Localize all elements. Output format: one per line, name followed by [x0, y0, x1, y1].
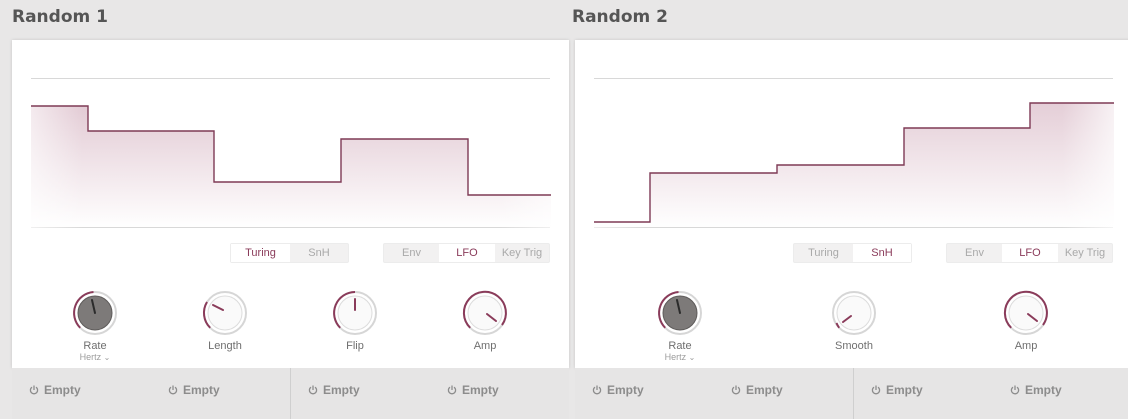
- rate-knob[interactable]: Rate Hertz ⌄: [645, 290, 715, 362]
- slot-label: Empty: [607, 383, 644, 397]
- trigger-tabs: Env LFO Key Trig: [946, 243, 1113, 263]
- random-2-waveform: [594, 90, 1114, 228]
- length-knob[interactable]: Length: [190, 290, 260, 352]
- mod-slot[interactable]: Empty: [871, 383, 923, 397]
- flip-knob[interactable]: Flip: [320, 290, 390, 352]
- tab-snh[interactable]: SnH: [853, 244, 911, 262]
- slot-label: Empty: [886, 383, 923, 397]
- tab-env[interactable]: Env: [384, 244, 439, 262]
- smooth-knob-dial[interactable]: [831, 290, 877, 336]
- amp-knob[interactable]: Amp: [991, 290, 1061, 352]
- amp-label: Amp: [1014, 340, 1038, 352]
- module-title: Random 2: [572, 7, 668, 27]
- rate-knob-dial[interactable]: [657, 290, 703, 336]
- power-icon[interactable]: [731, 385, 741, 395]
- tab-key-trig[interactable]: Key Trig: [495, 244, 549, 262]
- graph-top-line: [594, 78, 1113, 79]
- rate-knob[interactable]: Rate Hertz ⌄: [60, 290, 130, 362]
- mod-slot[interactable]: Empty: [592, 383, 644, 397]
- chevron-down-icon: ⌄: [103, 353, 111, 362]
- mod-slot[interactable]: Empty: [1010, 383, 1062, 397]
- length-knob-dial[interactable]: [202, 290, 248, 336]
- mod-slot[interactable]: Empty: [308, 383, 360, 397]
- rate-label: Rate: [83, 340, 107, 352]
- amp-label: Amp: [473, 340, 497, 352]
- trigger-tabs: Env LFO Key Trig: [383, 243, 550, 263]
- tab-env[interactable]: Env: [947, 244, 1002, 262]
- slot-label: Empty: [746, 383, 783, 397]
- rate-unit-label: Hertz: [664, 352, 687, 362]
- rate-unit-dropdown[interactable]: Hertz ⌄: [645, 352, 715, 362]
- module-title: Random 1: [12, 7, 108, 27]
- amp-knob-dial[interactable]: [1003, 290, 1049, 336]
- divider: [290, 368, 291, 419]
- power-icon[interactable]: [871, 385, 881, 395]
- amp-knob-dial[interactable]: [462, 290, 508, 336]
- tab-turing[interactable]: Turing: [231, 244, 290, 262]
- mod-slot[interactable]: Empty: [731, 383, 783, 397]
- power-icon[interactable]: [592, 385, 602, 395]
- divider: [853, 368, 854, 419]
- tab-lfo[interactable]: LFO: [439, 244, 495, 262]
- mod-slot[interactable]: Empty: [168, 383, 220, 397]
- smooth-knob[interactable]: Smooth: [819, 290, 889, 352]
- rate-unit-dropdown[interactable]: Hertz ⌄: [60, 352, 130, 362]
- mode-tabs: Turing SnH: [793, 243, 912, 263]
- power-icon[interactable]: [168, 385, 178, 395]
- slot-label: Empty: [44, 383, 81, 397]
- tab-key-trig[interactable]: Key Trig: [1058, 244, 1112, 262]
- mode-tabs: Turing SnH: [230, 243, 349, 263]
- power-icon[interactable]: [29, 385, 39, 395]
- flip-label: Flip: [346, 340, 364, 352]
- rate-knob-dial[interactable]: [72, 290, 118, 336]
- smooth-label: Smooth: [835, 340, 873, 352]
- tab-snh[interactable]: SnH: [290, 244, 348, 262]
- power-icon[interactable]: [308, 385, 318, 395]
- amp-knob[interactable]: Amp: [450, 290, 520, 352]
- power-icon[interactable]: [1010, 385, 1020, 395]
- rate-label: Rate: [668, 340, 692, 352]
- length-label: Length: [208, 340, 242, 352]
- power-icon[interactable]: [447, 385, 457, 395]
- slot-label: Empty: [462, 383, 499, 397]
- rate-unit-label: Hertz: [79, 352, 102, 362]
- tab-turing[interactable]: Turing: [794, 244, 853, 262]
- graph-top-line: [31, 78, 550, 79]
- slot-label: Empty: [323, 383, 360, 397]
- flip-knob-dial[interactable]: [332, 290, 378, 336]
- mod-slot[interactable]: Empty: [29, 383, 81, 397]
- slot-label: Empty: [1025, 383, 1062, 397]
- random-1-waveform: [31, 90, 551, 228]
- chevron-down-icon: ⌄: [688, 353, 696, 362]
- mod-slot[interactable]: Empty: [447, 383, 499, 397]
- tab-lfo[interactable]: LFO: [1002, 244, 1058, 262]
- slot-label: Empty: [183, 383, 220, 397]
